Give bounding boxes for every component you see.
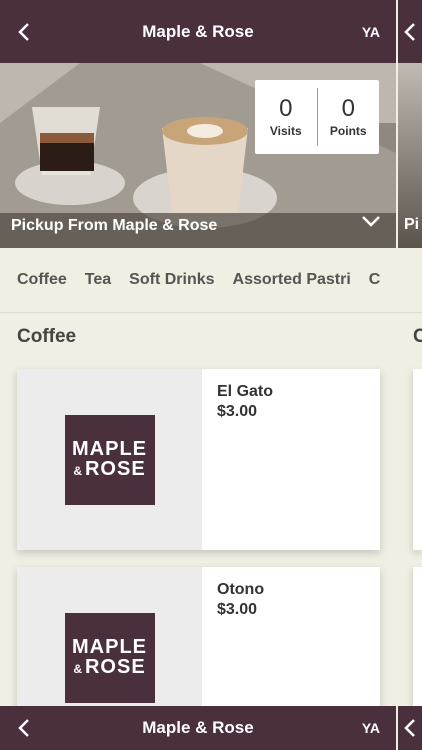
logo-word-rose: ROSE — [84, 457, 146, 480]
product-info: El Gato $3.00 — [202, 369, 273, 550]
logo-word-rose: ROSE — [84, 655, 146, 678]
logo-ampersand: & — [73, 463, 83, 478]
visits-count: 0 — [279, 95, 293, 122]
category-tabs: Coffee Tea Soft Drinks Assorted Pastri C — [0, 248, 422, 313]
chevron-left-icon — [404, 22, 415, 41]
user-avatar[interactable]: YA — [362, 24, 380, 40]
user-avatar[interactable]: YA — [362, 720, 380, 736]
footer-title: Maple & Rose — [142, 718, 254, 737]
back-button[interactable] — [12, 18, 36, 46]
visits-stat: 0 Visits — [255, 80, 317, 154]
product-card[interactable]: MAPLE & ROSE El Gato $3.00 — [17, 369, 380, 550]
maple-rose-logo: MAPLE & ROSE — [64, 414, 155, 505]
next-page-peek — [398, 706, 422, 750]
next-card-peek — [413, 369, 422, 550]
chevron-left-icon — [404, 719, 415, 737]
logo-line-1: MAPLE — [72, 437, 147, 460]
page-title: Maple & Rose — [142, 21, 254, 41]
top-bar: Maple & Rose YA — [0, 0, 396, 63]
chevron-left-icon — [18, 23, 29, 41]
tab-assorted-pastries[interactable]: Assorted Pastri — [233, 271, 369, 289]
back-button[interactable] — [12, 714, 36, 742]
product-price: $3.00 — [217, 403, 258, 420]
chevron-down-icon[interactable] — [360, 213, 382, 229]
points-label: Points — [329, 124, 367, 138]
tab-next-peek[interactable]: C — [369, 271, 399, 289]
next-hero-peek: Pi — [398, 63, 422, 248]
loyalty-stats-card: 0 Visits 0 Points — [255, 80, 379, 154]
next-page-peek — [398, 0, 422, 63]
section-title: Coffee — [17, 326, 77, 347]
product-name: El Gato — [217, 383, 274, 400]
tab-coffee[interactable]: Coffee — [0, 271, 85, 289]
tab-tea[interactable]: Tea — [85, 271, 129, 289]
product-price: $3.00 — [217, 601, 258, 618]
points-count: 0 — [341, 95, 355, 122]
logo-ampersand: & — [73, 661, 83, 676]
product-thumbnail: MAPLE & ROSE — [17, 369, 202, 550]
points-stat: 0 Points — [318, 80, 380, 154]
chevron-left-icon — [18, 719, 29, 737]
bottom-bar: Maple & Rose YA — [0, 706, 396, 750]
logo-line-2: & ROSE — [73, 459, 145, 481]
hero-peek-text: Pi — [404, 216, 420, 233]
logo-line-1: MAPLE — [72, 635, 147, 658]
logo-line-2: & ROSE — [73, 657, 145, 679]
visits-label: Visits — [269, 124, 302, 138]
tab-soft-drinks[interactable]: Soft Drinks — [129, 271, 232, 289]
pickup-location-label[interactable]: Pickup From Maple & Rose — [11, 217, 217, 235]
section-title-peek: C — [413, 326, 422, 347]
maple-rose-logo: MAPLE & ROSE — [64, 612, 155, 703]
product-name: Otono — [217, 581, 265, 598]
